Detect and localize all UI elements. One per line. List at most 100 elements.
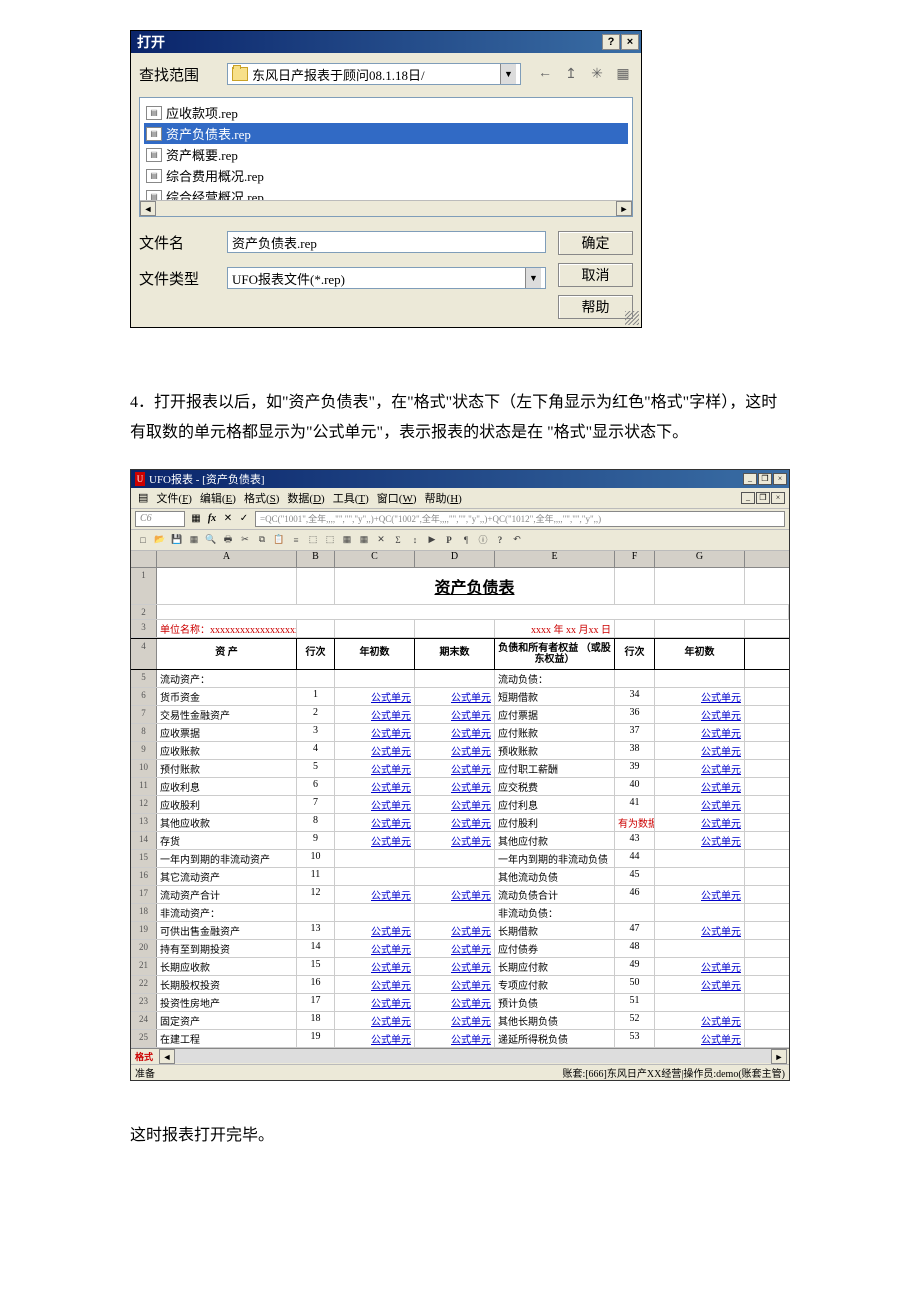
file-item[interactable]: ▤综合费用概况.rep <box>144 165 628 186</box>
data-cell[interactable]: 其他流动负债 <box>495 868 615 885</box>
data-cell[interactable] <box>655 940 745 957</box>
row-header[interactable]: 1 <box>131 568 157 604</box>
formula-cell[interactable]: 公式单元 <box>415 778 495 795</box>
formula-cell[interactable]: 公式单元 <box>335 922 415 939</box>
data-cell[interactable]: 3 <box>297 724 335 741</box>
formula-cell[interactable]: 公式单元 <box>655 760 745 777</box>
cell-reference[interactable]: C6 <box>135 511 185 527</box>
formula-cell[interactable]: 公式单元 <box>415 940 495 957</box>
data-cell[interactable]: 货币资金 <box>157 688 297 705</box>
row-header[interactable]: 22 <box>131 976 157 993</box>
ok-button[interactable]: 确定 <box>558 231 633 255</box>
data-cell[interactable] <box>297 670 335 687</box>
open-icon[interactable]: 📂 <box>152 532 168 548</box>
data-cell[interactable]: 47 <box>615 922 655 939</box>
data-cell[interactable]: 37 <box>615 724 655 741</box>
row-header[interactable]: 13 <box>131 814 157 831</box>
formula-cell[interactable]: 公式单元 <box>655 976 745 993</box>
row-header[interactable]: 21 <box>131 958 157 975</box>
data-cell[interactable]: 一年内到期的非流动资产 <box>157 850 297 867</box>
resize-grip-icon[interactable] <box>625 311 639 325</box>
views-icon[interactable]: ▦ <box>613 64 633 84</box>
data-cell[interactable]: 在建工程 <box>157 1030 297 1047</box>
row-header[interactable]: 23 <box>131 994 157 1011</box>
tool-icon[interactable]: ⬚ <box>322 532 338 548</box>
data-cell[interactable]: 应交税费 <box>495 778 615 795</box>
row-header[interactable]: 8 <box>131 724 157 741</box>
row-header[interactable]: 2 <box>131 605 157 619</box>
row-header[interactable]: 5 <box>131 670 157 687</box>
data-cell[interactable]: 非流动负债： <box>495 904 615 921</box>
data-cell[interactable]: 14 <box>297 940 335 957</box>
data-cell[interactable]: 存货 <box>157 832 297 849</box>
file-item[interactable]: ▤资产概要.rep <box>144 144 628 165</box>
help-button[interactable]: 帮助 <box>558 295 633 319</box>
maximize-icon[interactable]: ❐ <box>758 473 772 485</box>
header-cell[interactable]: 负债和所有者权益 （或股东权益） <box>495 639 615 669</box>
column-header[interactable]: A <box>157 551 297 567</box>
horizontal-scrollbar[interactable]: ◄ ► <box>140 200 632 216</box>
formula-cell[interactable]: 公式单元 <box>415 814 495 831</box>
row-header[interactable]: 20 <box>131 940 157 957</box>
data-cell[interactable] <box>415 850 495 867</box>
minimize-icon[interactable]: _ <box>743 473 757 485</box>
data-cell[interactable]: 12 <box>297 886 335 903</box>
formula-cell[interactable]: 公式单元 <box>655 922 745 939</box>
file-item[interactable]: ▤资产负债表.rep <box>144 123 628 144</box>
tool-icon[interactable]: ▦ <box>339 532 355 548</box>
data-cell[interactable]: 19 <box>297 1030 335 1047</box>
tool-icon[interactable]: ▦ <box>356 532 372 548</box>
data-cell[interactable] <box>415 904 495 921</box>
data-cell[interactable]: 短期借款 <box>495 688 615 705</box>
data-cell[interactable]: 交易性金融资产 <box>157 706 297 723</box>
column-header[interactable]: C <box>335 551 415 567</box>
formula-cell[interactable]: 公式单元 <box>655 778 745 795</box>
menu-item-f[interactable]: 文件(F) <box>153 490 194 506</box>
data-cell[interactable]: 预付账款 <box>157 760 297 777</box>
formula-cell[interactable]: 公式单元 <box>655 796 745 813</box>
formula-cell[interactable]: 公式单元 <box>415 994 495 1011</box>
select-all-corner[interactable] <box>131 551 157 567</box>
tool-icon[interactable]: ⬚ <box>305 532 321 548</box>
row-header[interactable]: 16 <box>131 868 157 885</box>
header-cell[interactable]: 期末数 <box>415 639 495 669</box>
data-cell[interactable]: 51 <box>615 994 655 1011</box>
data-cell[interactable]: 固定资产 <box>157 1012 297 1029</box>
cut-icon[interactable]: ✂ <box>237 532 253 548</box>
data-cell[interactable]: 45 <box>615 868 655 885</box>
formula-cell[interactable]: 公式单元 <box>415 922 495 939</box>
menu-item-s[interactable]: 格式(S) <box>241 490 282 506</box>
column-header[interactable]: D <box>415 551 495 567</box>
menu-doc-icon[interactable]: ▤ <box>135 491 151 504</box>
row-header[interactable]: 9 <box>131 742 157 759</box>
row-header[interactable]: 6 <box>131 688 157 705</box>
data-cell[interactable]: 可供出售金融资产 <box>157 922 297 939</box>
scroll-left-icon[interactable]: ◄ <box>140 201 156 216</box>
formula-cell[interactable]: 公式单元 <box>335 742 415 759</box>
sheet-horizontal-scrollbar[interactable]: ◄ ► <box>159 1049 787 1063</box>
row-header[interactable]: 7 <box>131 706 157 723</box>
formula-cell[interactable]: 公式单元 <box>655 706 745 723</box>
copy-icon[interactable]: ⧉ <box>254 532 270 548</box>
formula-cell[interactable]: 公式单元 <box>415 886 495 903</box>
formula-cell[interactable]: 公式单元 <box>655 742 745 759</box>
data-cell[interactable]: 流动资产合计 <box>157 886 297 903</box>
child-close-icon[interactable]: × <box>771 492 785 504</box>
data-cell[interactable] <box>335 850 415 867</box>
data-cell[interactable]: 其他应付款 <box>495 832 615 849</box>
data-cell[interactable] <box>615 670 655 687</box>
formula-cell[interactable]: 公式单元 <box>655 688 745 705</box>
formula-cell[interactable]: 公式单元 <box>415 760 495 777</box>
print-icon[interactable]: 🖶 <box>220 532 236 548</box>
formula-cell[interactable]: 公式单元 <box>335 832 415 849</box>
data-cell[interactable]: 40 <box>615 778 655 795</box>
filetype-dropdown[interactable]: UFO报表文件(*.rep) ▼ <box>227 267 546 289</box>
data-cell[interactable]: 5 <box>297 760 335 777</box>
preview-icon[interactable]: 🔍 <box>203 532 219 548</box>
data-cell[interactable] <box>655 904 745 921</box>
formula-cell[interactable]: 公式单元 <box>335 994 415 1011</box>
formula-cell[interactable]: 公式单元 <box>335 1030 415 1047</box>
data-cell[interactable]: 39 <box>615 760 655 777</box>
data-cell[interactable] <box>335 868 415 885</box>
data-cell[interactable]: 应收票据 <box>157 724 297 741</box>
